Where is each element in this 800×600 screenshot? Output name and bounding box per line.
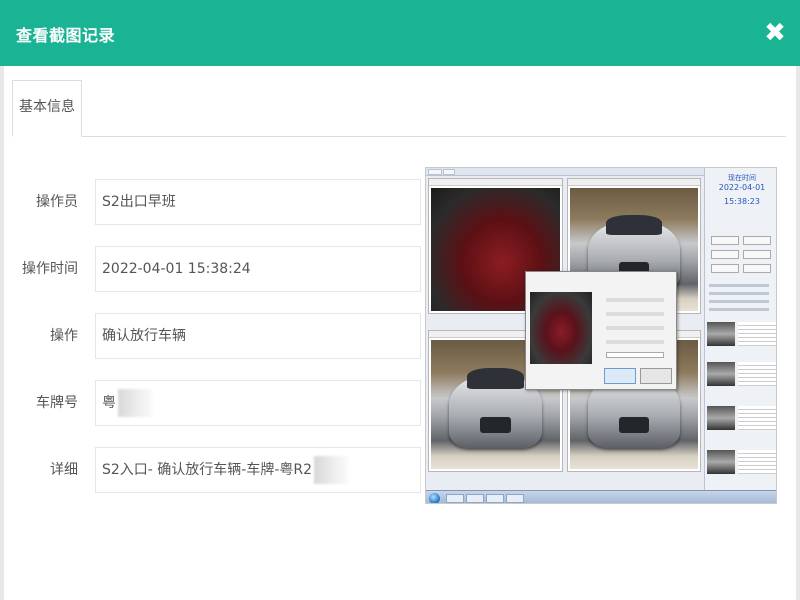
time-label: 操作时间 [22,261,78,277]
car-window-shape [467,368,524,389]
side-button [743,250,771,259]
screenshot-mini-tab [428,169,442,175]
popup-remark-field [606,352,664,358]
screenshot-side-panel: 现在时间 2022-04-01 15:38:23 [704,168,776,490]
record-thumbnail [707,450,735,474]
camera-panel-title [568,179,700,186]
detail-field[interactable]: S2入口- 确认放行车辆-车牌-粤R2 [95,447,421,493]
screenshot-mini-tab [443,169,455,175]
form-row-operator: 操作员 S2出口早班 [0,179,421,225]
close-icon[interactable]: ✖ [764,20,786,46]
taskbar-item [446,494,464,503]
side-button [743,264,771,273]
form-row-action: 操作 确认放行车辆 [0,313,421,359]
popup-confirm-button [604,368,636,384]
detail-label: 详细 [50,462,78,478]
action-label: 操作 [50,328,78,344]
side-button [711,250,739,259]
redaction-blur [118,389,152,417]
form-row-detail: 详细 S2入口- 确认放行车辆-车牌-粤R2 [0,447,421,493]
camera-panel-title [429,179,562,186]
screenshot-taskbar [426,490,776,503]
action-field[interactable]: 确认放行车辆 [95,313,421,359]
popup-info-line [606,298,664,302]
record-text [738,450,776,474]
start-orb-icon [429,493,440,503]
record-thumbnail [707,322,735,346]
popup-info-line [606,284,664,288]
popup-cancel-button [640,368,672,384]
plate-field[interactable]: 粤 [95,380,421,426]
popup-vehicle-photo [530,292,592,364]
car-window-shape [605,215,663,235]
record-text [738,362,776,386]
side-button [711,264,739,273]
release-popup [525,271,677,390]
detail-text: S2入口- 确认放行车辆-车牌-粤R2 [102,462,313,478]
side-stat-line [709,308,769,311]
form-row-time: 操作时间 2022-04-01 15:38:24 [0,246,421,292]
record-thumbnail [707,406,735,430]
popup-info-line [606,312,664,316]
screenshot-image[interactable]: 现在时间 2022-04-01 15:38:23 [425,167,777,504]
tab-basic-info[interactable]: 基本信息 [12,80,82,137]
operator-label: 操作员 [36,194,78,210]
modal-header: 查看截图记录 ✖ [0,0,800,66]
modal-frame-right [796,66,800,600]
plate-label: 车牌号 [36,395,78,411]
clock-date: 2022-04-01 [718,183,766,192]
car-grille-shape [618,417,650,433]
side-stat-line [709,284,769,287]
form-row-plate: 车牌号 粤 [0,380,421,426]
taskbar-item [466,494,484,503]
record-text [738,322,776,346]
operator-field[interactable]: S2出口早班 [95,179,421,225]
tab-bar: 基本信息 [12,80,786,137]
record-thumbnail [707,362,735,386]
popup-info-line [606,326,664,330]
car-grille-shape [480,417,511,433]
record-text [738,406,776,430]
side-stat-line [709,292,769,295]
modal-title: 查看截图记录 [16,26,116,45]
taskbar-item [506,494,524,503]
side-button [743,236,771,245]
side-stat-line [709,300,769,303]
redaction-blur [314,456,349,484]
clock-time: 15:38:23 [724,197,760,206]
side-button [711,236,739,245]
time-field[interactable]: 2022-04-01 15:38:24 [95,246,421,292]
clock-title: 现在时间 [728,174,756,182]
taskbar-item [486,494,504,503]
popup-info-line [606,340,664,344]
plate-text: 粤 [102,395,116,411]
